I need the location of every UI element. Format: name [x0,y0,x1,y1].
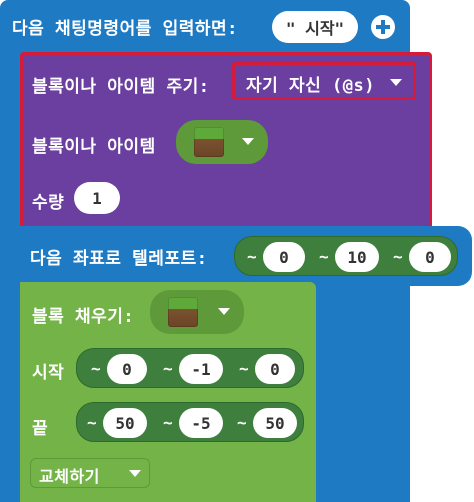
end-coordinates: ~ 50 ~ -5 ~ 50 [76,402,304,442]
start-label: 시작 [32,363,65,383]
tilde-x: ~ [91,359,101,378]
tilde-z: ~ [237,413,247,432]
end-z-input[interactable]: 50 [253,408,297,438]
tilde-y: ~ [163,413,173,432]
tilde-x: ~ [247,247,257,266]
teleport-coordinates: ~ 0 ~ 10 ~ 0 [234,236,458,276]
start-y-input[interactable]: -1 [179,354,223,384]
end-y-input[interactable]: -5 [179,408,223,438]
tilde-y: ~ [319,247,329,266]
fill-label: 블록 채우기: [32,307,135,327]
teleport-x-input[interactable]: 0 [263,242,305,272]
start-z-input[interactable]: 0 [255,354,295,384]
add-parameter-button[interactable] [371,15,395,39]
end-x-input[interactable]: 50 [103,408,147,438]
grass-block-icon [168,297,198,327]
chevron-down-icon [218,308,230,315]
start-x-input[interactable]: 0 [107,354,147,384]
fill-mode-value: 교체하기 [39,467,100,486]
fill-mode-dropdown[interactable]: 교체하기 [30,458,150,488]
teleport-z-input[interactable]: 0 [409,242,451,272]
tilde-z: ~ [393,247,403,266]
chat-command-input[interactable]: " 시작" [272,11,358,43]
plus-icon [381,20,385,34]
teleport-y-input[interactable]: 10 [335,242,379,272]
tilde-y: ~ [163,359,173,378]
chevron-down-icon [129,470,141,477]
teleport-label: 다음 좌표로 텔레포트: [30,249,208,269]
give-highlight [20,52,432,230]
start-coordinates: ~ 0 ~ -1 ~ 0 [76,348,304,388]
end-label: 끝 [32,419,49,439]
tilde-z: ~ [239,359,249,378]
chat-command-label: 다음 채팅명령어를 입력하면: [12,19,238,39]
tilde-x: ~ [87,413,97,432]
fill-block-dropdown[interactable] [150,290,244,334]
